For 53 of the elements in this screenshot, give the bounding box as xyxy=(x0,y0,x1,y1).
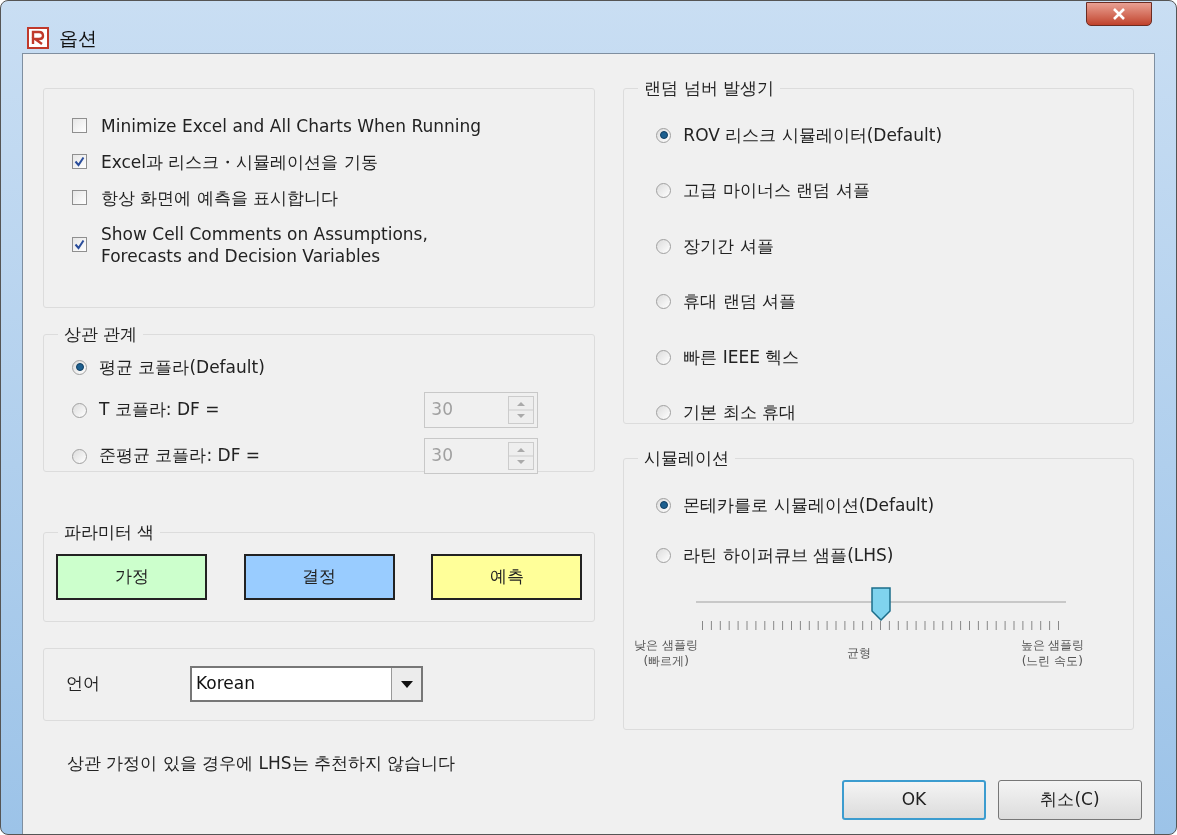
checkbox[interactable] xyxy=(72,118,87,133)
radio-label: 고급 마이너스 랜덤 셔플 xyxy=(683,179,870,202)
spin-arrows-icon xyxy=(508,442,535,470)
radio-button[interactable] xyxy=(72,448,87,464)
slider-label: 낮은 샘플링 (빠르게) xyxy=(634,636,699,669)
checkbox[interactable] xyxy=(72,237,87,252)
radio-label: 라틴 하이퍼큐브 샘플(LHS) xyxy=(683,544,894,567)
dialog-button[interactable]: OK xyxy=(842,779,986,820)
close-button[interactable] xyxy=(1086,2,1152,26)
radio-button[interactable] xyxy=(656,294,672,310)
radio-button[interactable] xyxy=(656,127,672,143)
spin-value: 30 xyxy=(431,444,453,468)
radio-label: 휴대 랜덤 셔플 xyxy=(683,290,797,313)
language-label: 언어 xyxy=(66,672,101,696)
slider-thumb[interactable] xyxy=(871,586,892,621)
checkbox-label: Excel과 리스크・시뮬레이션을 기동 xyxy=(101,150,378,173)
checkbox-label: Minimize Excel and All Charts When Running xyxy=(101,114,482,137)
radio-label: 몬테카를로 시뮬레이션(Default) xyxy=(683,493,935,517)
checkmark-icon xyxy=(74,156,85,167)
color-swatch-button[interactable]: 결정 xyxy=(243,553,395,600)
radio-button[interactable] xyxy=(72,402,87,418)
radio-label: 준평균 코플라: DF = xyxy=(99,444,261,468)
radio-button[interactable] xyxy=(656,349,672,365)
checkbox[interactable] xyxy=(72,154,87,169)
window-title: 옵션 xyxy=(59,26,97,51)
radio-button[interactable] xyxy=(656,183,672,199)
checkbox[interactable] xyxy=(72,190,87,205)
radio-button[interactable] xyxy=(72,359,87,375)
radio-label: ROV 리스크 시뮬레이터(Default) xyxy=(683,123,943,147)
radio-label: 기본 최소 휴대 xyxy=(683,401,797,424)
radio-label: T 코플라: DF = xyxy=(99,398,220,422)
radio-button[interactable] xyxy=(656,405,672,421)
spin-value: 30 xyxy=(431,398,453,422)
color-swatch-button[interactable]: 가정 xyxy=(56,553,207,600)
checkbox-label: 항상 화면에 예측을 표시합니다 xyxy=(101,186,339,209)
language-dropdown[interactable]: Korean xyxy=(190,666,423,702)
radio-button[interactable] xyxy=(656,548,672,564)
close-icon xyxy=(1112,8,1126,20)
radio-label: 평균 코플라(Default) xyxy=(99,355,265,379)
spin-arrows-icon xyxy=(508,396,535,424)
radio-button[interactable] xyxy=(656,238,672,254)
app-logo-icon xyxy=(27,27,49,50)
note-text: 상관 가정이 있을 경우에 LHS는 추천하지 않습니다 xyxy=(67,751,457,775)
radio-label: 장기간 셔플 xyxy=(683,234,774,258)
radio-button[interactable] xyxy=(656,497,672,513)
dropdown-value: Korean xyxy=(196,672,255,696)
checkbox-label: Show Cell Comments on Assumptions, Forecasts and Decision Variables xyxy=(101,222,428,267)
radio-label: 빠른 IEEE 헥스 xyxy=(683,345,800,369)
color-swatch-button[interactable]: 예측 xyxy=(431,553,583,600)
checkmark-icon xyxy=(74,239,85,250)
slider-label: 균형 xyxy=(847,644,872,661)
slider-label: 높은 샘플링 (느린 속도) xyxy=(1020,636,1085,669)
dialog-button[interactable]: 취소(C) xyxy=(998,779,1142,820)
